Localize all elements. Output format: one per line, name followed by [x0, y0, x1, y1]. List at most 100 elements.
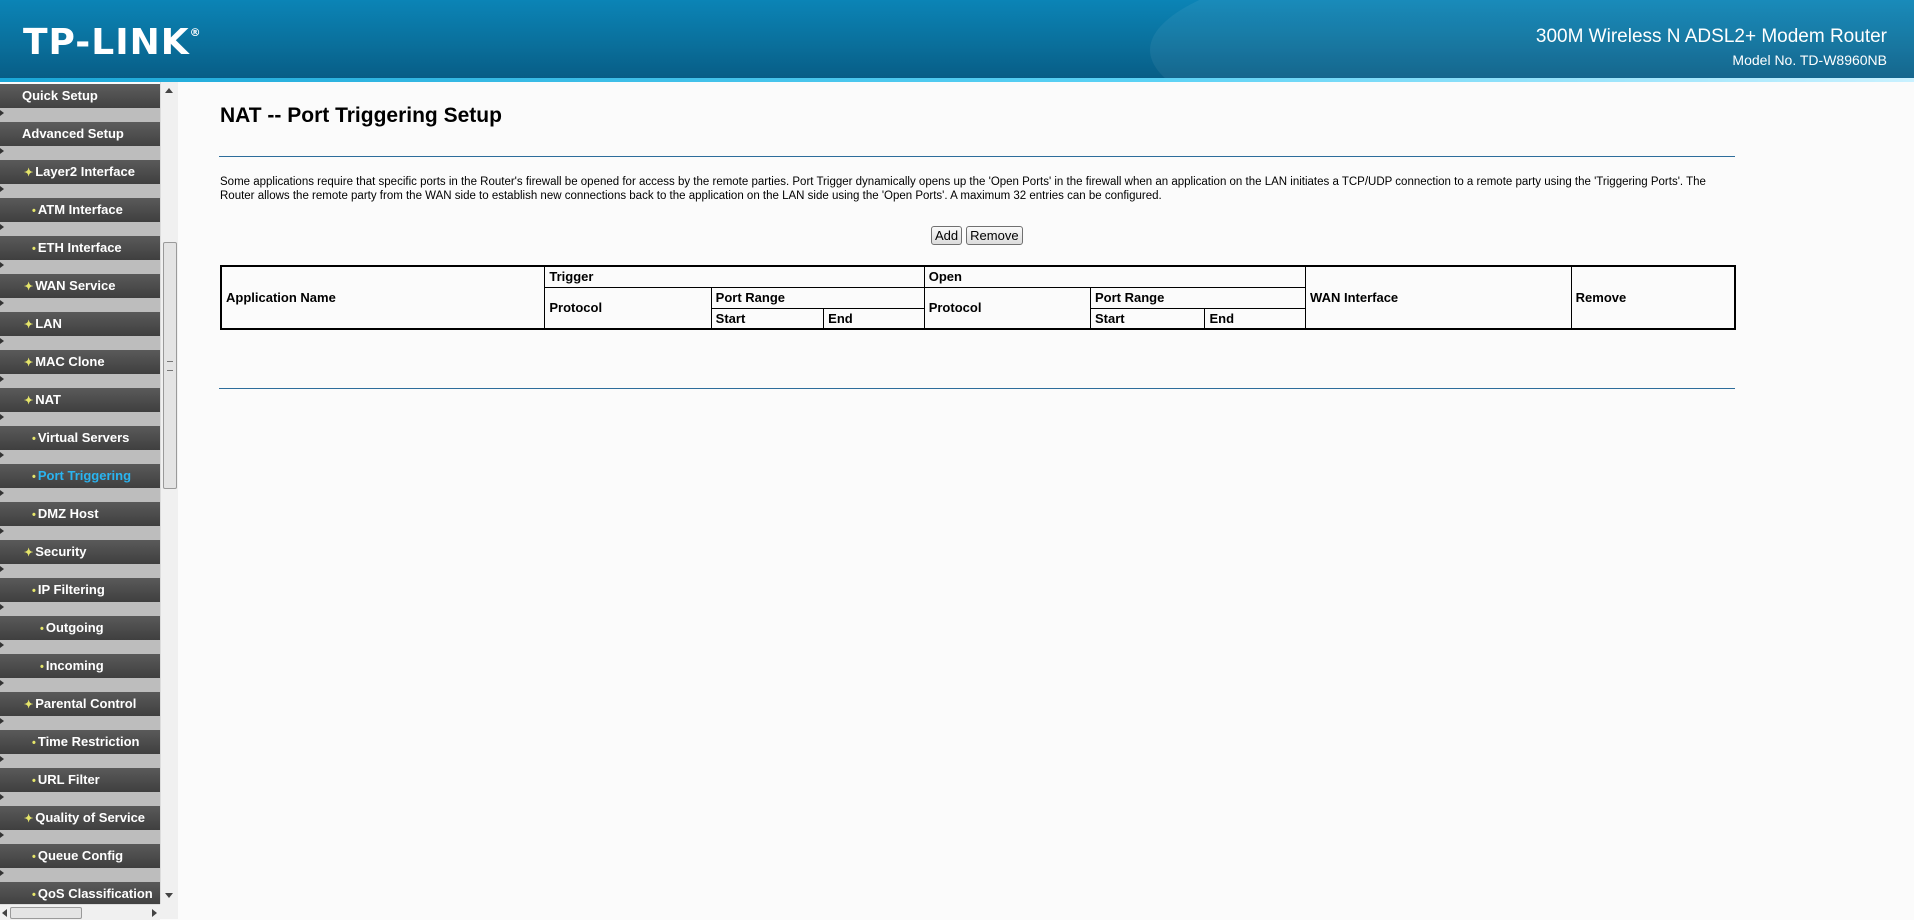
sidebar-item-time-restriction[interactable]: • Time Restriction — [0, 730, 160, 754]
header-banner: TP-LINK® 300M Wireless N ADSL2+ Modem Ro… — [0, 0, 1914, 82]
menu-separator — [0, 222, 160, 236]
sidebar-item-atm-interface[interactable]: • ATM Interface — [0, 198, 160, 222]
sidebar-item-lan[interactable]: ✦ LAN — [0, 312, 160, 336]
header-open-protocol: Protocol — [923, 286, 1092, 330]
menu-separator — [0, 146, 160, 160]
scroll-down-arrow-icon[interactable] — [165, 893, 173, 898]
sidebar-item-label: Time Restriction — [37, 734, 140, 749]
sidebar-item-layer2-interface[interactable]: ✦ Layer2 Interface — [0, 160, 160, 184]
menu-separator — [0, 868, 160, 882]
menu-separator — [0, 640, 160, 654]
sidebar-item-label: Outgoing — [45, 620, 104, 635]
page-title: NAT -- Port Triggering Setup — [220, 104, 502, 127]
model-number: Model No. TD-W8960NB — [1732, 52, 1887, 68]
action-buttons: Add Remove — [931, 226, 1027, 245]
sidebar-item-label: Advanced Setup — [22, 126, 124, 141]
page-description: Some applications require that specific … — [220, 176, 1706, 202]
menu-bullet-icon: ✦ — [24, 813, 34, 825]
sidebar-item-nat[interactable]: ✦ NAT — [0, 388, 160, 412]
menu-bullet-icon: ✦ — [24, 319, 34, 331]
sidebar-item-label: Quick Setup — [22, 88, 98, 103]
menu-separator — [0, 450, 160, 464]
menu-separator — [0, 792, 160, 806]
menu-bullet-icon: • — [32, 851, 36, 863]
header-application-name: Application Name — [220, 265, 546, 330]
menu-bullet-icon: • — [32, 205, 36, 217]
menu-bullet-icon: ✦ — [24, 281, 34, 293]
menu-bullet-icon: • — [32, 243, 36, 255]
menu-separator — [0, 184, 160, 198]
header-open: Open — [923, 265, 1307, 288]
product-title: 300M Wireless N ADSL2+ Modem Router — [1535, 26, 1887, 47]
sidebar-item-label: Parental Control — [35, 696, 137, 711]
sidebar-item-label: Incoming — [45, 658, 104, 673]
sidebar-item-queue-config[interactable]: • Queue Config — [0, 844, 160, 868]
menu-bullet-icon: • — [32, 775, 36, 787]
scroll-up-arrow-icon[interactable] — [165, 88, 173, 93]
scroll-right-arrow-icon[interactable] — [152, 909, 157, 917]
menu-bullet-icon: • — [32, 889, 36, 901]
top-divider — [219, 156, 1735, 157]
sidebar-item-mac-clone[interactable]: ✦ MAC Clone — [0, 350, 160, 374]
sidebar-item-label: IP Filtering — [37, 582, 105, 597]
sidebar-item-quality-of-service[interactable]: ✦ Quality of Service — [0, 806, 160, 830]
menu-bullet-icon: ✦ — [24, 547, 34, 559]
sidebar-item-parental-control[interactable]: ✦ Parental Control — [0, 692, 160, 716]
sidebar-item-virtual-servers[interactable]: • Virtual Servers — [0, 426, 160, 450]
add-button[interactable]: Add — [931, 226, 963, 245]
menu-separator — [0, 488, 160, 502]
sidebar-item-url-filter[interactable]: • URL Filter — [0, 768, 160, 792]
menu-separator — [0, 564, 160, 578]
menu-bullet-icon: • — [40, 623, 44, 635]
menu-separator — [0, 260, 160, 274]
port-triggering-table: Application Name Trigger Open WAN Interf… — [220, 265, 1736, 330]
sidebar-item-label: NAT — [35, 392, 61, 407]
menu-separator — [0, 830, 160, 844]
header-wan-interface: WAN Interface — [1305, 265, 1572, 330]
sidebar-item-label: DMZ Host — [37, 506, 99, 521]
menu-bullet-icon: • — [32, 585, 36, 597]
sidebar-item-eth-interface[interactable]: • ETH Interface — [0, 236, 160, 260]
remove-button[interactable]: Remove — [966, 226, 1023, 245]
menu-separator — [0, 412, 160, 426]
horizontal-scrollbar-thumb[interactable] — [10, 907, 82, 919]
sidebar-item-quick-setup[interactable]: Quick Setup — [0, 84, 160, 108]
header-open-end: End — [1204, 307, 1307, 330]
sidebar-item-label: WAN Service — [35, 278, 116, 293]
sidebar-item-outgoing[interactable]: • Outgoing — [0, 616, 160, 640]
menu-separator — [0, 526, 160, 540]
menu-separator — [0, 602, 160, 616]
sidebar-vertical-scrollbar[interactable] — [160, 82, 178, 904]
sidebar-item-label: ETH Interface — [37, 240, 122, 255]
sidebar-item-security[interactable]: ✦ Security — [0, 540, 160, 564]
sidebar-item-dmz-host[interactable]: • DMZ Host — [0, 502, 160, 526]
sidebar-item-wan-service[interactable]: ✦ WAN Service — [0, 274, 160, 298]
sidebar-item-advanced-setup[interactable]: Advanced Setup — [0, 122, 160, 146]
scrollbar-thumb[interactable] — [163, 242, 177, 489]
sidebar-item-qos-classification[interactable]: • QoS Classification — [0, 882, 160, 906]
sidebar-horizontal-scrollbar[interactable] — [0, 904, 160, 920]
sidebar-item-ip-filtering[interactable]: • IP Filtering — [0, 578, 160, 602]
sidebar-item-label: Quality of Service — [35, 810, 146, 825]
sidebar-item-port-triggering[interactable]: • Port Triggering — [0, 464, 160, 488]
header-trigger-port-range: Port Range — [710, 286, 925, 309]
header-open-start: Start — [1089, 307, 1206, 330]
scroll-left-arrow-icon[interactable] — [2, 909, 7, 917]
sidebar-item-label: URL Filter — [37, 772, 100, 787]
header-trigger-end: End — [823, 307, 925, 330]
sidebar-item-label: ATM Interface — [37, 202, 123, 217]
menu-bullet-icon: ✦ — [24, 395, 34, 407]
header-trigger-protocol: Protocol — [544, 286, 712, 330]
menu-bullet-icon: ✦ — [24, 167, 34, 179]
menu-separator — [0, 336, 160, 350]
scrollbar-corner — [160, 904, 178, 919]
menu-separator — [0, 374, 160, 388]
sidebar-item-incoming[interactable]: • Incoming — [0, 654, 160, 678]
menu-bullet-icon: ✦ — [24, 699, 34, 711]
header-trigger: Trigger — [544, 265, 925, 288]
sidebar-item-label: MAC Clone — [35, 354, 105, 369]
menu-bullet-icon: • — [32, 737, 36, 749]
main-content: NAT -- Port Triggering Setup Some applic… — [178, 82, 1914, 919]
sidebar-item-label: Security — [35, 544, 87, 559]
bottom-divider — [219, 388, 1735, 389]
